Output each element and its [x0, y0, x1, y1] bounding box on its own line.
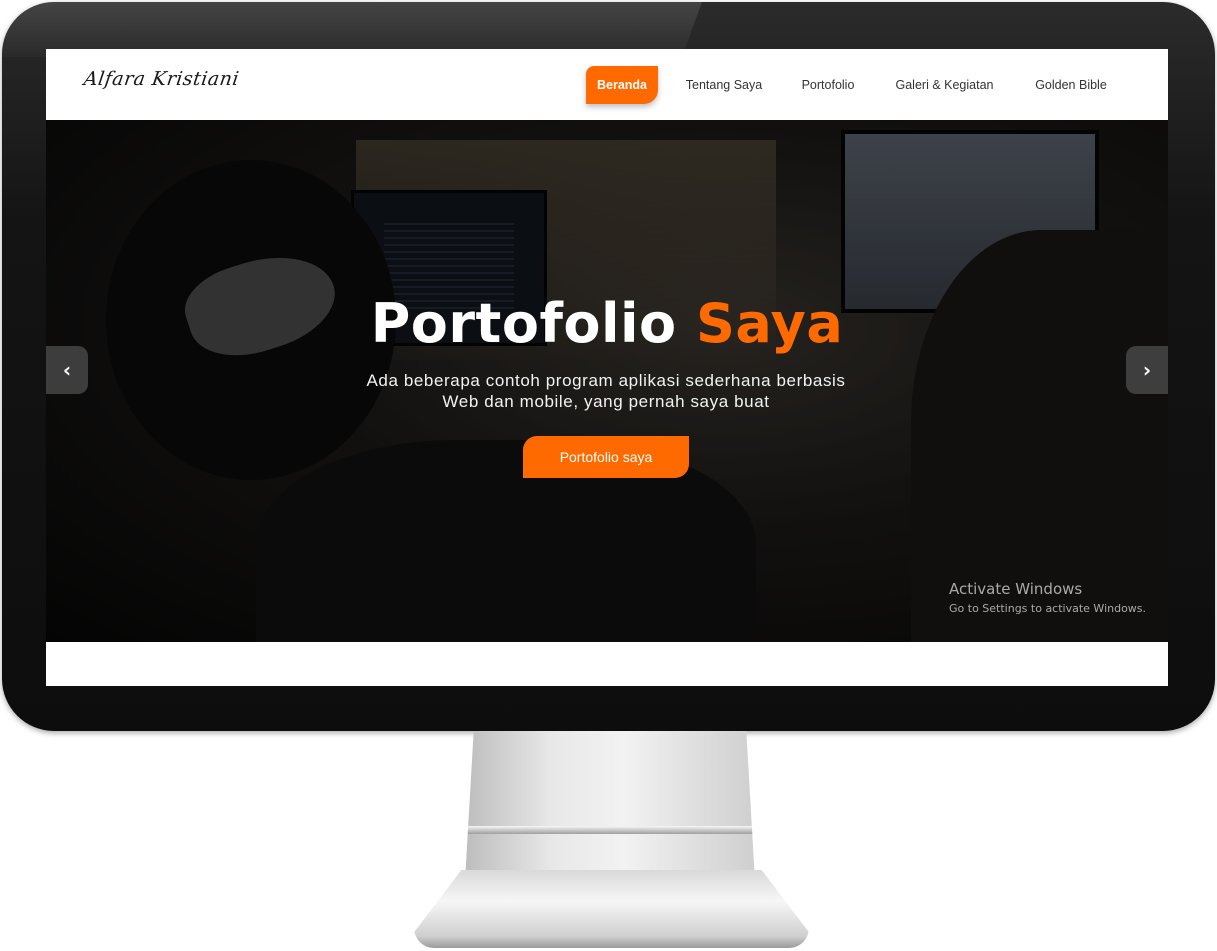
carousel-next-button[interactable]: › — [1126, 346, 1168, 394]
carousel-prev-button[interactable]: ‹ — [46, 346, 88, 394]
nav-item-portofolio[interactable]: Portofolio — [788, 66, 868, 104]
site-logo[interactable]: Alfara Kristiani — [82, 68, 240, 90]
chevron-left-icon: ‹ — [62, 358, 72, 382]
hero-subtitle-line: Web dan mobile, yang pernah saya buat — [442, 392, 770, 411]
hero-title-main: Portofolio — [370, 292, 677, 355]
nav-item-golden-bible[interactable]: Golden Bible — [1021, 66, 1121, 104]
watermark-title: Activate Windows — [949, 580, 1083, 598]
navbar: Alfara Kristiani Beranda Tentang Saya Po… — [46, 52, 1168, 120]
chevron-right-icon: › — [1142, 358, 1152, 382]
nav-item-galeri-kegiatan[interactable]: Galeri & Kegiatan — [882, 66, 1007, 104]
watermark-subtitle: Go to Settings to activate Windows. — [949, 602, 1147, 615]
portfolio-button[interactable]: Portofolio saya — [523, 436, 689, 478]
nav-item-beranda[interactable]: Beranda — [586, 66, 658, 104]
stand-rim — [465, 826, 755, 834]
hero-title: Portofolio Saya — [46, 292, 1168, 355]
activate-windows-watermark: Activate Windows Go to Settings to activ… — [949, 580, 1146, 615]
nav-item-tentang-saya[interactable]: Tentang Saya — [674, 66, 774, 104]
monitor-stand-neck — [465, 731, 755, 881]
hero-subtitle: Ada beberapa contoh program aplikasi sed… — [306, 370, 906, 412]
hero-carousel: Portofolio Saya Ada beberapa contoh prog… — [46, 120, 1168, 642]
browser-viewport: Alfara Kristiani Beranda Tentang Saya Po… — [46, 49, 1168, 686]
monitor-frame: Alfara Kristiani Beranda Tentang Saya Po… — [2, 2, 1215, 731]
monitor-stand-base — [414, 870, 809, 948]
hero-title-accent: Saya — [695, 292, 844, 355]
hero-subtitle-line: Ada beberapa contoh program aplikasi sed… — [366, 371, 846, 390]
